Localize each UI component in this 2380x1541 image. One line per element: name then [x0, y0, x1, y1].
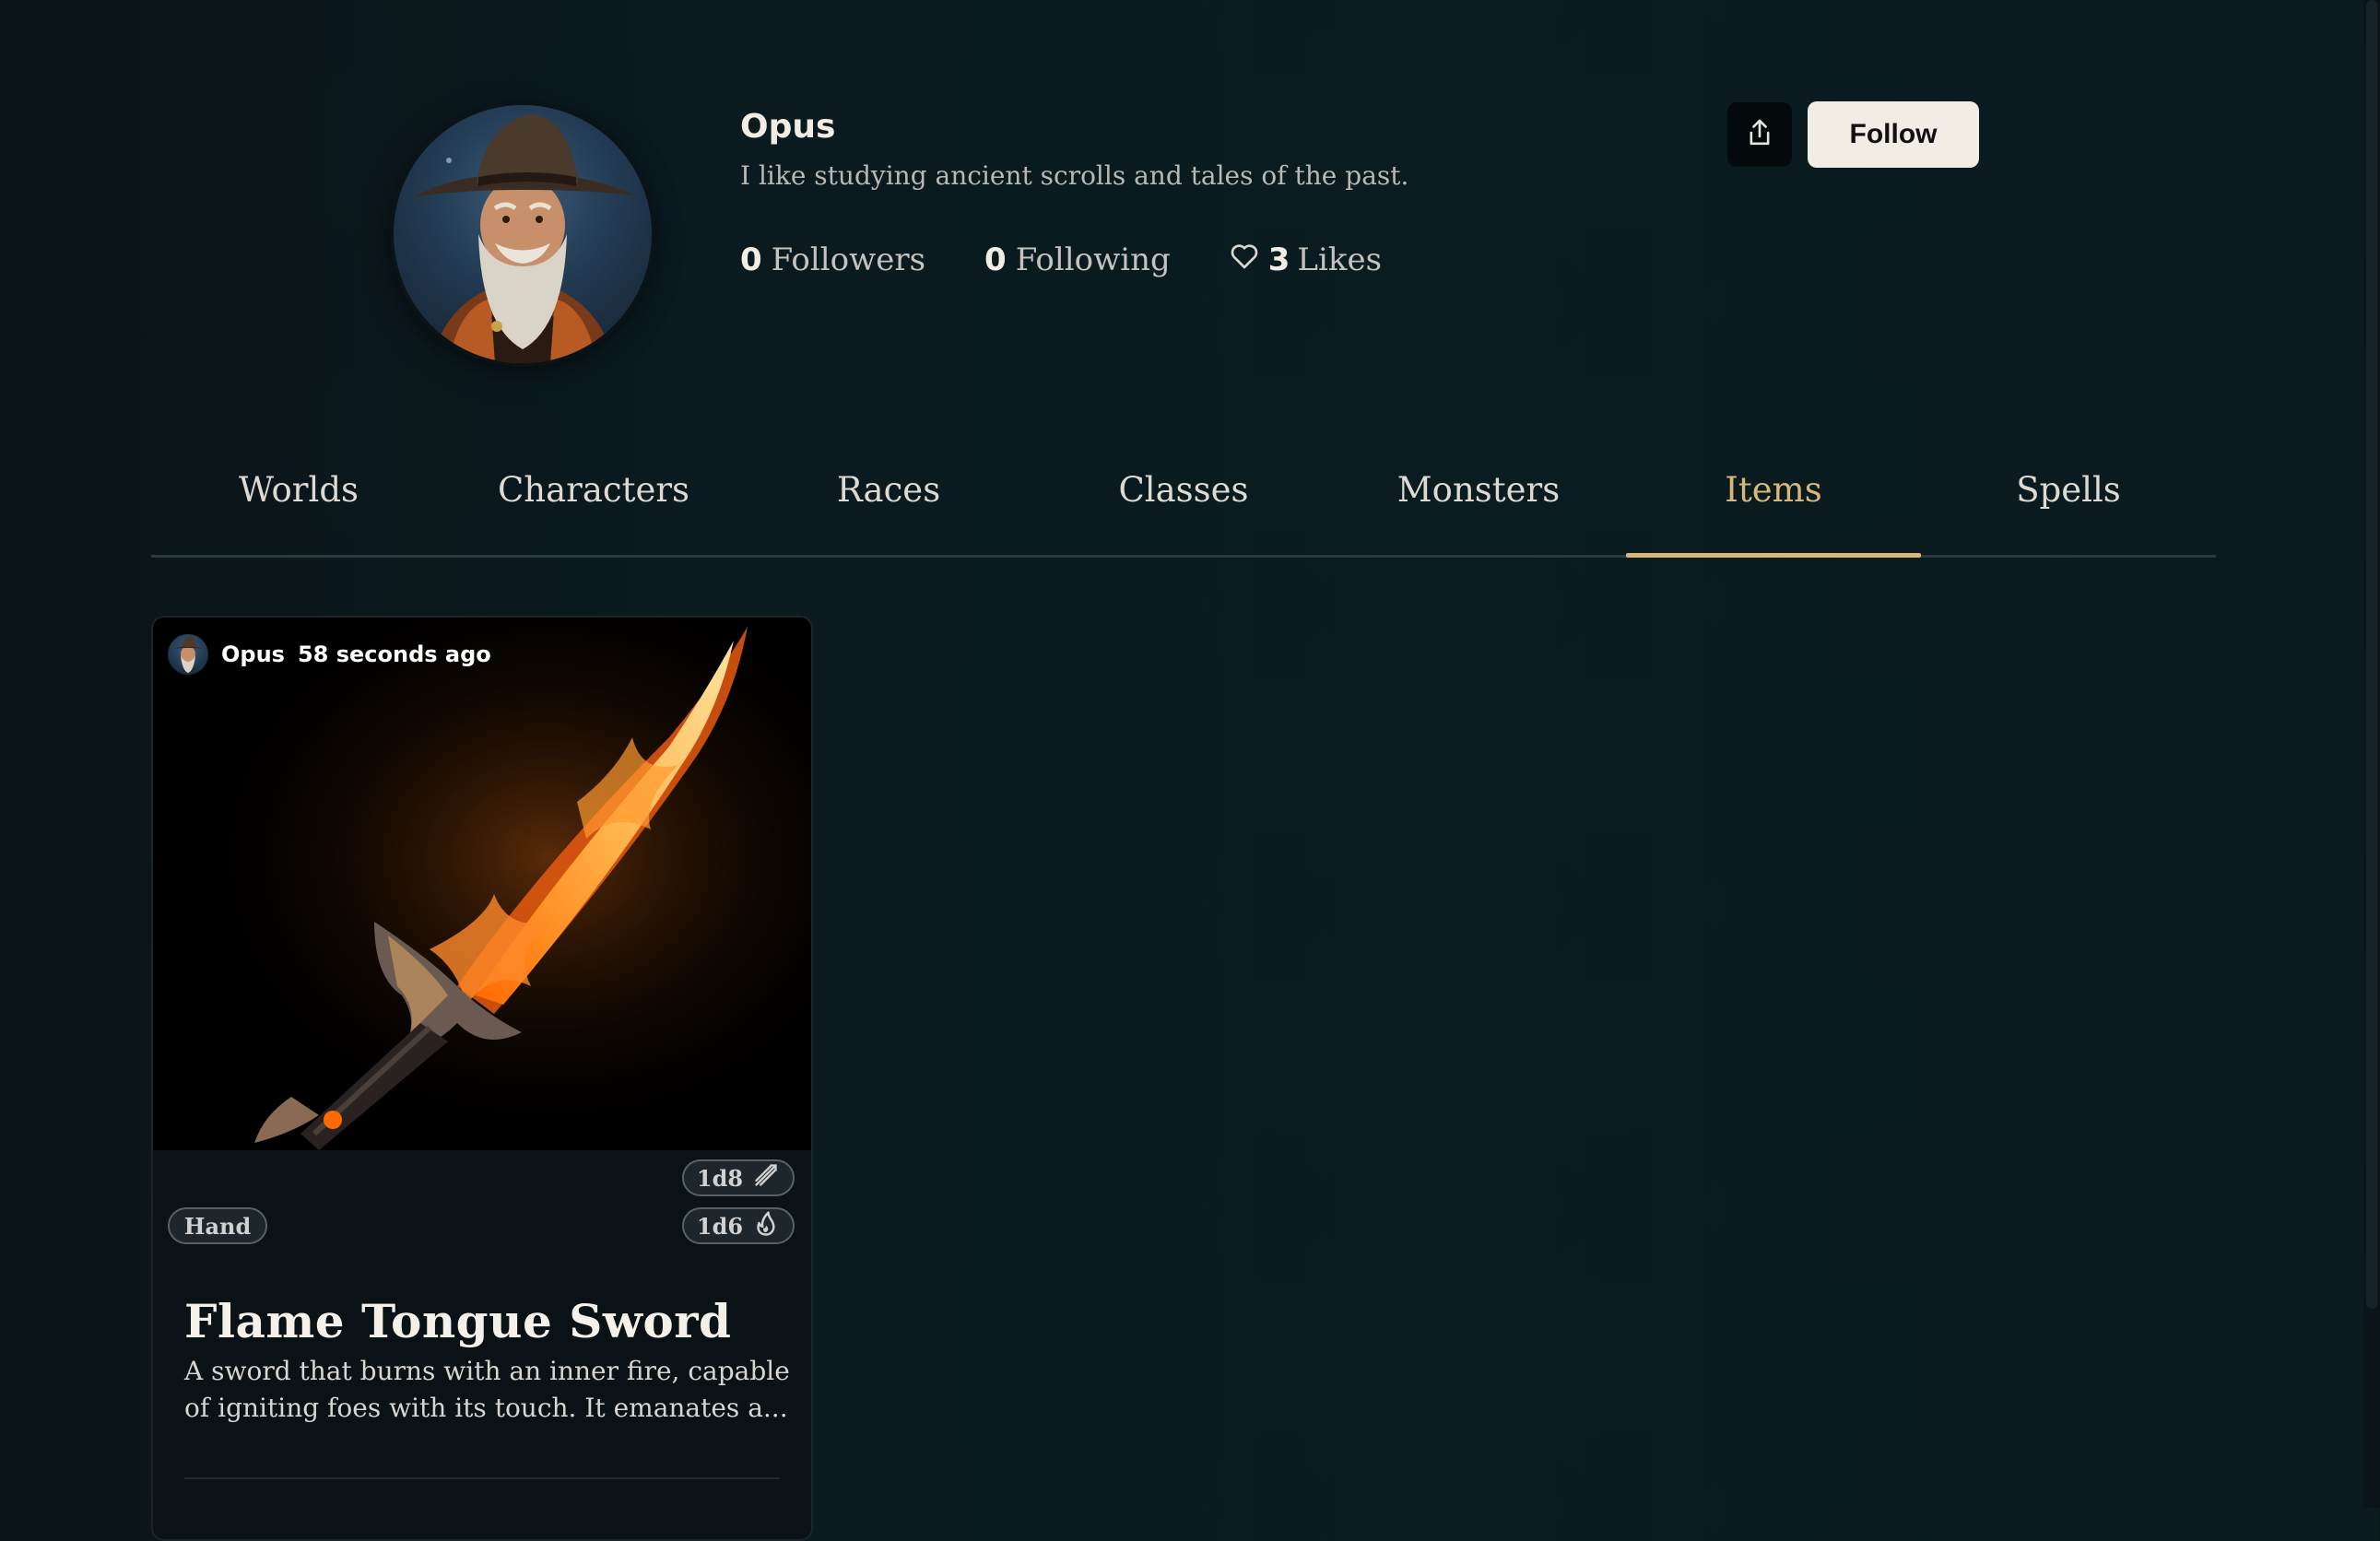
- profile-bio: I like studying ancient scrolls and tale…: [740, 160, 1409, 191]
- item-card[interactable]: Opus 58 seconds ago 1d8 1d6 Hand Flame T…: [151, 616, 813, 1541]
- fire-damage-icon: [752, 1209, 780, 1242]
- follow-button[interactable]: Follow: [1808, 101, 1979, 168]
- slashing-damage-icon: [752, 1162, 780, 1194]
- likes-stat: 3 Likes: [1230, 241, 1382, 278]
- tab-races[interactable]: Races: [741, 470, 1036, 555]
- item-title[interactable]: Flame Tongue Sword: [184, 1294, 732, 1348]
- profile-avatar: [394, 105, 652, 363]
- profile-name: Opus: [740, 108, 836, 146]
- tab-characters[interactable]: Characters: [446, 470, 741, 555]
- tab-items[interactable]: Items: [1626, 470, 1921, 558]
- tab-classes[interactable]: Classes: [1036, 470, 1331, 555]
- heart-icon: [1230, 241, 1259, 278]
- damage-badge-secondary: 1d6: [682, 1207, 795, 1244]
- following-label: Following: [1015, 241, 1171, 278]
- following-stat[interactable]: 0 Following: [984, 241, 1171, 278]
- tab-spells[interactable]: Spells: [1921, 470, 2216, 555]
- item-description: A sword that burns with an inner fire, c…: [184, 1356, 790, 1423]
- tab-monsters[interactable]: Monsters: [1331, 470, 1626, 555]
- likes-count: 3: [1267, 241, 1290, 278]
- following-count: 0: [984, 241, 1007, 278]
- post-time: 58 seconds ago: [297, 641, 491, 667]
- damage-badge-primary: 1d8: [682, 1159, 795, 1196]
- followers-count: 0: [740, 241, 762, 278]
- share-icon: [1745, 117, 1774, 152]
- profile-tabs: Worlds Characters Races Classes Monsters…: [151, 470, 2216, 558]
- author-name[interactable]: Opus: [221, 641, 285, 667]
- item-image: Opus 58 seconds ago: [153, 618, 811, 1150]
- author-avatar[interactable]: [168, 634, 208, 675]
- slot-badge: Hand: [168, 1207, 267, 1244]
- card-divider: [184, 1477, 780, 1479]
- likes-label: Likes: [1297, 241, 1383, 278]
- scrollbar-thumb[interactable]: [2366, 0, 2377, 1309]
- share-button[interactable]: [1727, 102, 1792, 167]
- item-meta: Opus 58 seconds ago: [168, 634, 491, 675]
- tab-worlds[interactable]: Worlds: [151, 470, 446, 555]
- followers-label: Followers: [771, 241, 926, 278]
- damage-dice: 1d8: [696, 1164, 744, 1192]
- scrollbar-track[interactable]: [2363, 0, 2380, 1508]
- profile-stats: 0 Followers 0 Following 3 Likes: [740, 241, 1382, 278]
- damage-dice: 1d6: [696, 1212, 744, 1240]
- followers-stat[interactable]: 0 Followers: [740, 241, 925, 278]
